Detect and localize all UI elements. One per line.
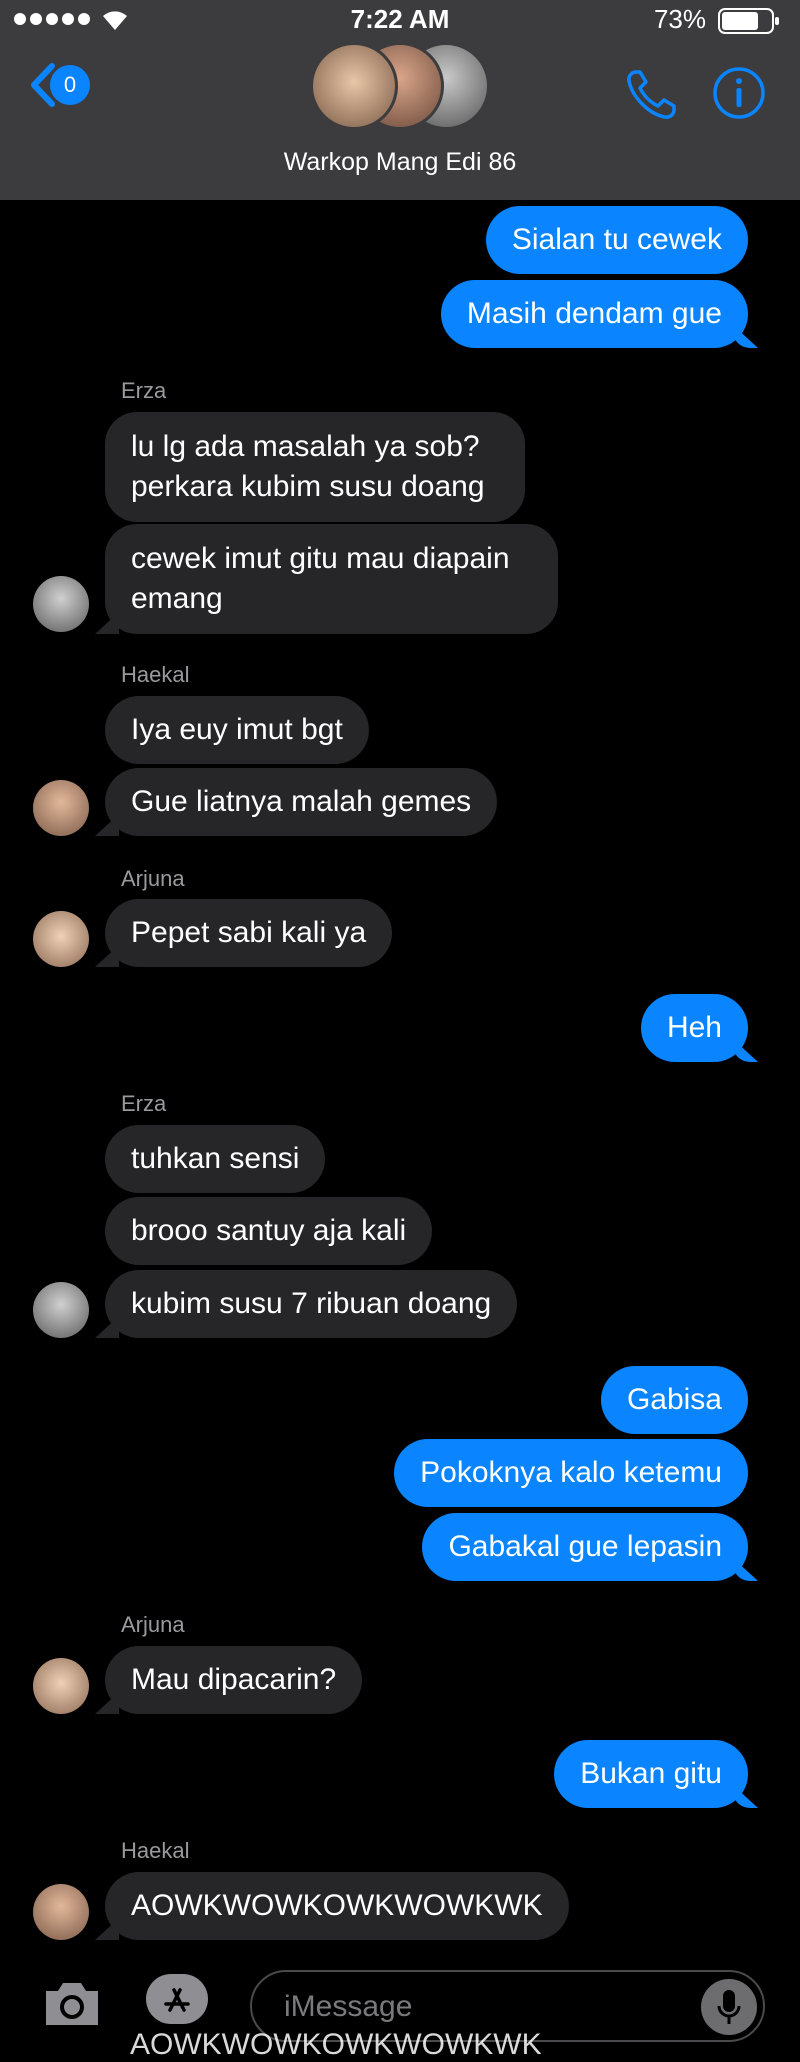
group-name[interactable]: Warkop Mang Edi 86 xyxy=(0,148,800,177)
app-store-icon xyxy=(164,1988,190,2012)
message-line: cewek imut gitu mau diapain xyxy=(131,542,510,575)
avatar-haekal[interactable] xyxy=(33,780,89,836)
sender-name: Arjuna xyxy=(121,1612,185,1637)
app-store-button[interactable] xyxy=(146,1974,208,2024)
avatar-haekal[interactable] xyxy=(33,1884,89,1940)
avatar-erza[interactable] xyxy=(33,576,89,632)
back-button[interactable]: 0 xyxy=(28,62,90,108)
message-bubble-incoming[interactable]: Gue liatnya malah gemes xyxy=(105,768,498,836)
message-bubble-incoming[interactable]: Iya euy imut bgt xyxy=(105,696,369,764)
message-bubble-incoming[interactable]: cewek imut gitu mau diapain emang xyxy=(105,524,558,634)
message-bubble-incoming[interactable]: AOWKWOWKOWKWOWKWK xyxy=(105,1872,569,1940)
message-bubble-incoming[interactable]: brooo santuy aja kali xyxy=(105,1197,433,1265)
sender-name: Haekal xyxy=(121,662,190,687)
group-avatar-1 xyxy=(310,42,398,130)
avatar-erza[interactable] xyxy=(33,1282,89,1338)
sender-name: Haekal xyxy=(121,1838,190,1863)
avatar-arjuna[interactable] xyxy=(33,911,89,967)
message-bubble-outgoing[interactable]: Pokoknya kalo ketemu xyxy=(394,1439,748,1507)
message-bubble-incoming[interactable]: Pepet sabi kali ya xyxy=(105,899,393,967)
sender-name: Erza xyxy=(121,1091,167,1116)
message-line: emang xyxy=(131,582,223,615)
message-bubble-outgoing[interactable]: Sialan tu cewek xyxy=(485,206,748,274)
message-bubble-outgoing[interactable]: Masih dendam gue xyxy=(440,280,748,348)
battery-percentage: 73% xyxy=(653,4,706,34)
partially-hidden-message: AOWKWOWKOWKWOWKWK xyxy=(130,2028,542,2061)
unread-badge: 0 xyxy=(50,65,90,105)
message-bubble-outgoing[interactable]: Gabakal gue lepasin xyxy=(422,1513,748,1581)
message-bubble-outgoing[interactable]: Gabisa xyxy=(600,1366,748,1434)
message-bubble-outgoing[interactable]: Heh xyxy=(640,994,748,1062)
sender-name: Arjuna xyxy=(121,866,185,891)
message-line: perkara kubim susu doang xyxy=(131,470,485,503)
message-line: lu lg ada masalah ya sob? xyxy=(131,430,480,463)
message-bubble-incoming[interactable]: lu lg ada masalah ya sob? perkara kubim … xyxy=(105,412,525,522)
microphone-icon xyxy=(717,1990,741,2024)
sender-name: Erza xyxy=(121,378,167,403)
info-icon[interactable] xyxy=(712,66,766,120)
avatar-arjuna[interactable] xyxy=(33,1658,89,1714)
message-bubble-incoming[interactable]: Mau dipacarin? xyxy=(105,1646,363,1714)
camera-icon[interactable] xyxy=(40,1975,104,2031)
phone-icon[interactable] xyxy=(624,66,680,122)
message-bubble-incoming[interactable]: kubim susu 7 ribuan doang xyxy=(105,1270,518,1338)
battery-icon xyxy=(718,8,779,34)
message-bubble-incoming[interactable]: tuhkan sensi xyxy=(105,1125,326,1193)
status-bar: 7:22 AM 73% xyxy=(0,0,800,40)
message-bubble-outgoing[interactable]: Bukan gitu xyxy=(554,1740,748,1808)
microphone-button[interactable] xyxy=(701,1979,757,2035)
group-avatars[interactable] xyxy=(310,42,490,132)
